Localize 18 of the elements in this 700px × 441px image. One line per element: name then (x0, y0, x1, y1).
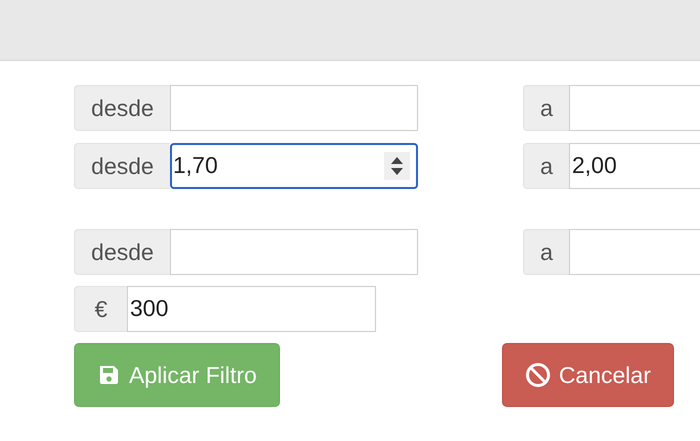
number-field[interactable]: 2,00 (569, 143, 700, 189)
number-field[interactable]: 1,70 (170, 143, 418, 189)
to-label: a (523, 229, 569, 275)
number-field[interactable]: 300 (127, 286, 376, 332)
number-field[interactable] (170, 85, 418, 131)
number-field[interactable] (569, 229, 700, 275)
to-label: a (523, 85, 569, 131)
from-label: desde (74, 229, 170, 275)
cancel-button[interactable]: Cancelar (502, 343, 674, 407)
euro-label: € (74, 286, 127, 332)
number-field[interactable] (170, 229, 418, 275)
from-label: desde (74, 85, 170, 131)
from-label: desde (74, 143, 170, 189)
number-field[interactable] (569, 85, 700, 131)
to-label: a (523, 143, 569, 189)
ban-icon (524, 362, 551, 388)
spinner-icon[interactable] (384, 152, 410, 180)
save-icon (97, 363, 121, 387)
